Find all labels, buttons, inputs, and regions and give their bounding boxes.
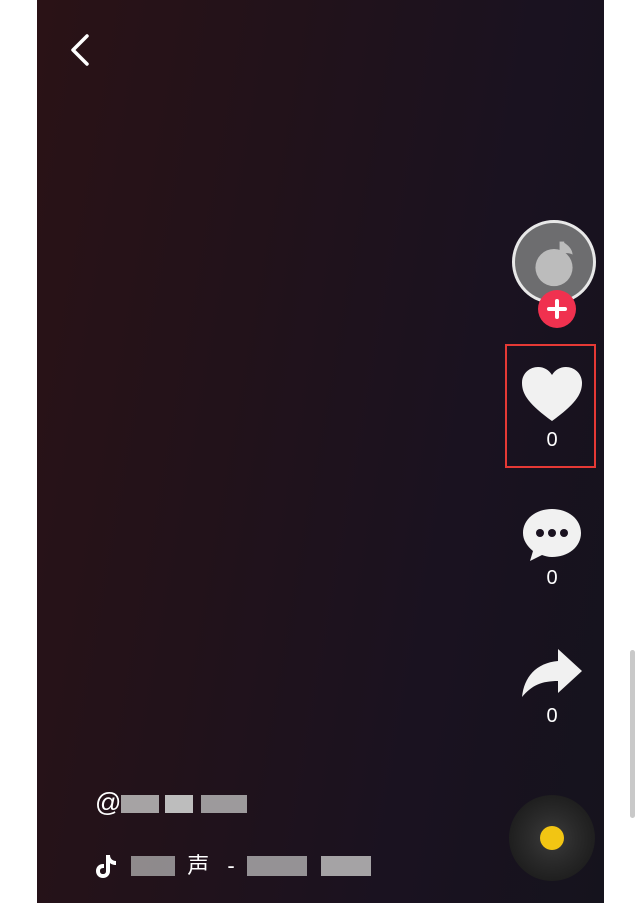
author-prefix: @	[95, 787, 122, 817]
blurred-text	[131, 856, 176, 877]
music-title: 声	[187, 853, 210, 879]
music-separator: -	[227, 853, 235, 879]
follow-button[interactable]	[538, 290, 576, 328]
video-screen[interactable]: 0 0 0 @ 声 -	[37, 0, 604, 903]
author-handle[interactable]: @	[95, 787, 248, 817]
comment-button[interactable]: 0	[507, 505, 597, 589]
blurred-text	[201, 795, 248, 814]
blurred-text	[165, 795, 194, 814]
heart-icon	[522, 367, 582, 421]
plus-icon	[547, 299, 567, 319]
share-button[interactable]: 0	[507, 645, 597, 727]
share-count: 0	[546, 705, 558, 727]
tiktok-note-icon	[96, 855, 116, 879]
comment-count: 0	[546, 567, 558, 589]
music-disc[interactable]	[509, 795, 595, 881]
blurred-text	[121, 795, 160, 814]
blurred-text	[320, 856, 371, 877]
chevron-left-icon	[71, 34, 89, 66]
speech-bubble-icon	[523, 509, 581, 561]
author-avatar-group	[509, 220, 599, 330]
back-button[interactable]	[63, 28, 97, 72]
like-button[interactable]: 0	[507, 365, 597, 451]
like-count: 0	[546, 429, 558, 451]
music-info[interactable]: 声 -	[95, 848, 371, 882]
share-arrow-icon	[522, 649, 582, 697]
page-scrollbar[interactable]	[630, 650, 635, 818]
disc-center	[540, 826, 564, 850]
blurred-text	[246, 856, 307, 877]
